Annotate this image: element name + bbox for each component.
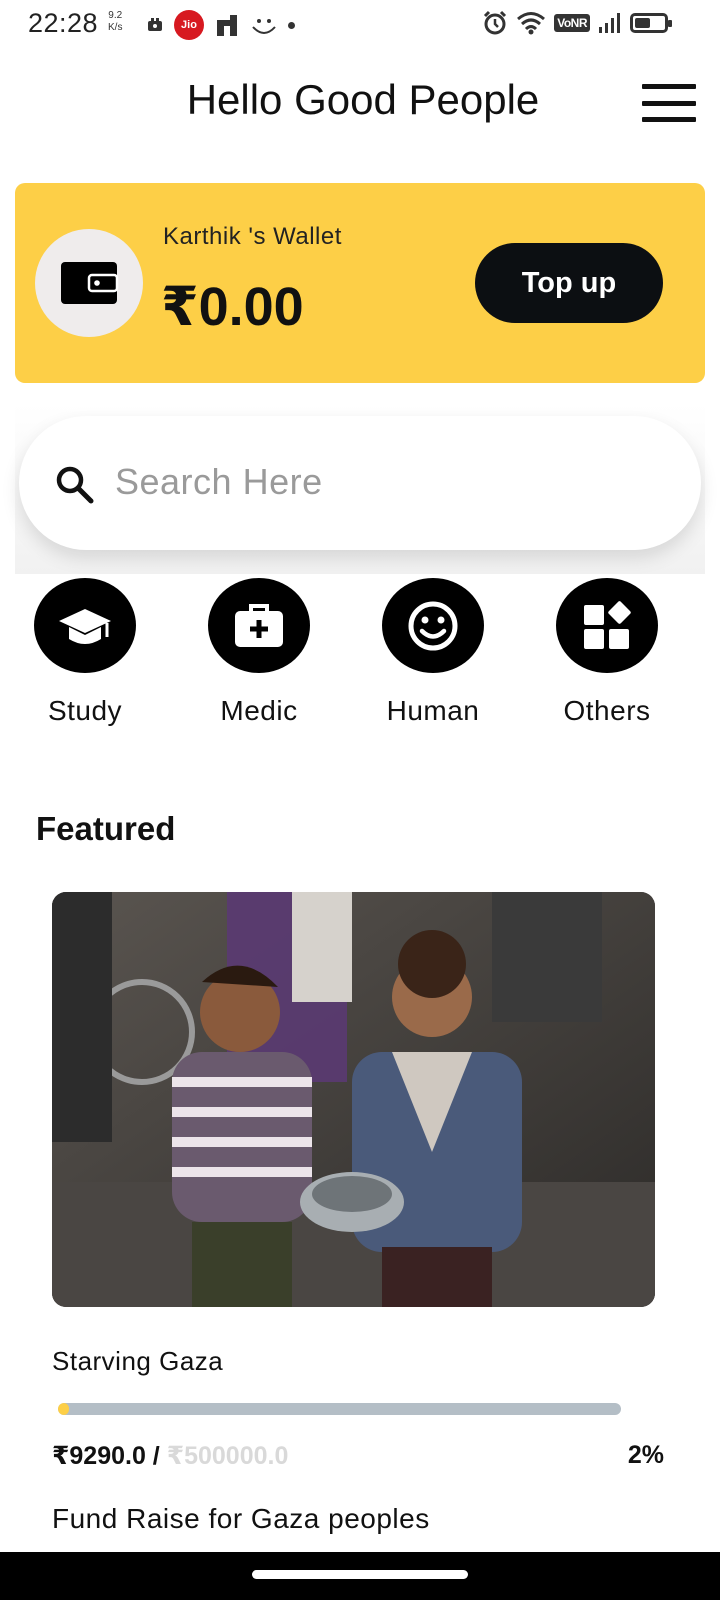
category-label: Human	[386, 695, 480, 726]
category-human[interactable]: Human	[363, 578, 503, 727]
search-container	[15, 404, 705, 574]
menu-bar	[642, 100, 696, 106]
featured-campaign-image[interactable]	[52, 892, 655, 1307]
category-study[interactable]: Study	[15, 578, 155, 727]
signal-icon	[599, 13, 620, 33]
category-label: Study	[47, 695, 123, 726]
wallet-balance: ₹0.00	[161, 277, 304, 337]
category-medic[interactable]: Medic	[189, 578, 329, 727]
dot-icon	[288, 21, 295, 29]
campaign-title: Starving Gaza	[52, 1346, 224, 1376]
wifi-icon	[517, 12, 546, 35]
search-bar[interactable]	[19, 416, 701, 550]
wallet-card: Karthik 's Wallet ₹0.00 Top up	[15, 183, 705, 383]
wallet-avatar	[35, 229, 143, 337]
network-speed-value: 9.2	[108, 10, 123, 21]
battery-level	[635, 18, 650, 28]
hamburger-menu-icon[interactable]	[642, 84, 696, 122]
top-up-button[interactable]: Top up	[475, 243, 663, 323]
medical-kit-icon	[235, 603, 283, 647]
menu-bar	[642, 84, 696, 89]
n-icon	[217, 15, 237, 36]
graduation-cap-icon	[59, 608, 111, 644]
category-grid-icon	[584, 600, 631, 649]
menu-bar	[642, 117, 696, 122]
search-icon	[56, 466, 94, 504]
category-label: Others	[563, 695, 651, 726]
smiley-face-icon	[408, 601, 458, 650]
featured-section-title: Featured	[36, 810, 176, 847]
campaign-progress-bar	[58, 1403, 621, 1415]
campaign-progress-fill	[58, 1403, 70, 1415]
network-speed: 9.2 K/s	[108, 10, 122, 34]
campaign-amounts: ₹9290.0 / ₹500000.0	[52, 1441, 288, 1471]
campaign-raised-amount: ₹9290.0 /	[52, 1442, 167, 1470]
search-input[interactable]	[115, 452, 655, 512]
category-human-button[interactable]	[382, 578, 484, 673]
category-study-button[interactable]	[34, 578, 136, 673]
campaign-description: Fund Raise for Gaza peoples	[52, 1503, 430, 1534]
page-title: Hello Good People	[186, 76, 540, 123]
video-icon	[148, 18, 162, 31]
battery-icon	[630, 13, 672, 33]
category-others-button[interactable]	[556, 578, 658, 673]
category-medic-button[interactable]	[208, 578, 310, 673]
status-bar: 22:28 9.2 K/s Jio VoNR	[0, 0, 720, 48]
campaign-photo	[52, 892, 655, 1307]
alarm-icon	[484, 10, 507, 35]
campaign-percent: 2%	[627, 1441, 664, 1469]
vonr-badge: VoNR	[554, 14, 590, 32]
system-icons: VoNR	[482, 10, 672, 36]
network-speed-unit: K/s	[108, 22, 123, 33]
jio-icon: Jio	[174, 10, 204, 40]
campaign-goal-amount: ₹500000.0	[166, 1442, 289, 1470]
wallet-icon	[61, 262, 119, 304]
home-gesture-handle[interactable]	[252, 1570, 468, 1579]
notification-icons: Jio	[146, 10, 295, 40]
category-others[interactable]: Others	[537, 578, 677, 727]
system-nav-bar	[0, 1552, 720, 1600]
wallet-owner-label: Karthik 's Wallet	[163, 223, 342, 250]
face-icon	[252, 19, 276, 34]
status-time: 22:28	[28, 8, 99, 38]
category-label: Medic	[220, 695, 298, 726]
